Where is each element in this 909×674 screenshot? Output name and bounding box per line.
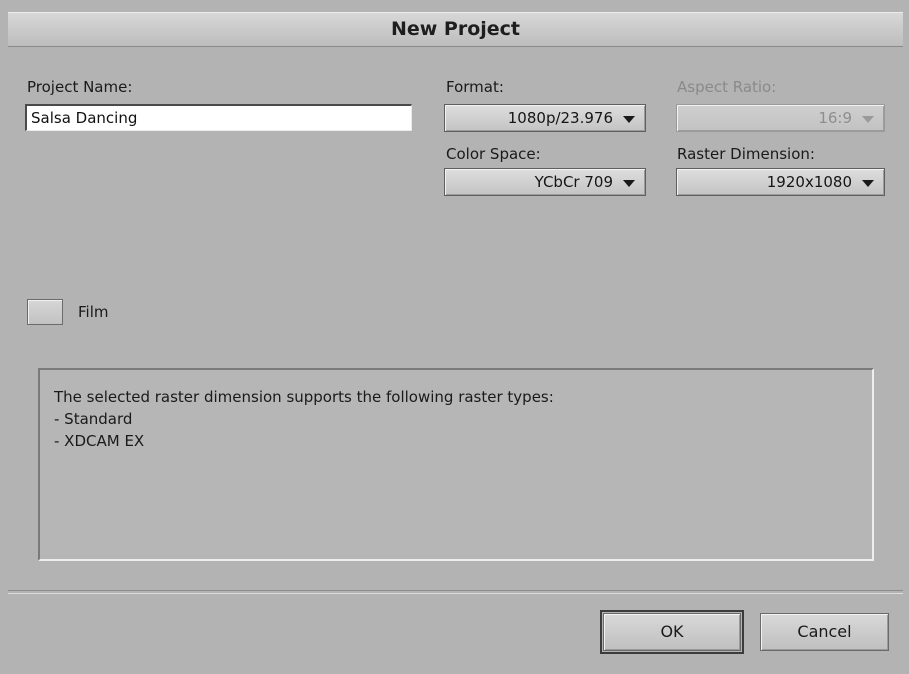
chevron-down-icon: [862, 116, 874, 123]
chevron-down-icon: [623, 116, 635, 123]
project-name-label: Project Name:: [27, 78, 133, 96]
film-label[interactable]: Film: [78, 303, 108, 321]
color-space-label: Color Space:: [446, 145, 541, 163]
raster-dimension-popup[interactable]: 1920x1080: [676, 168, 885, 196]
ok-button[interactable]: OK: [600, 610, 744, 654]
color-space-value: YCbCr 709: [534, 173, 613, 191]
color-space-popup[interactable]: YCbCr 709: [444, 168, 646, 196]
chevron-down-icon: [862, 180, 874, 187]
window-title: New Project: [390, 18, 521, 40]
raster-type-item: - XDCAM EX: [54, 432, 145, 450]
aspect-ratio-value: 16:9: [818, 109, 852, 127]
project-name-field[interactable]: Salsa Dancing: [25, 104, 412, 131]
raster-dimension-label: Raster Dimension:: [677, 145, 815, 163]
format-label: Format:: [446, 78, 504, 96]
footer-divider: [8, 590, 903, 594]
title-bar[interactable]: New Project: [8, 12, 903, 47]
raster-dimension-value: 1920x1080: [766, 173, 852, 191]
chevron-down-icon: [623, 180, 635, 187]
raster-info-heading: The selected raster dimension supports t…: [54, 388, 554, 406]
aspect-ratio-label: Aspect Ratio:: [677, 78, 777, 96]
format-value: 1080p/23.976: [507, 109, 613, 127]
raster-type-item: - Standard: [54, 410, 133, 428]
aspect-ratio-popup: 16:9: [676, 104, 885, 132]
format-popup[interactable]: 1080p/23.976: [444, 104, 646, 132]
cancel-button[interactable]: Cancel: [760, 613, 889, 651]
new-project-dialog: New Project Project Name: Salsa Dancing …: [0, 0, 909, 674]
film-checkbox[interactable]: [27, 299, 63, 325]
raster-info-box: The selected raster dimension supports t…: [38, 368, 874, 561]
